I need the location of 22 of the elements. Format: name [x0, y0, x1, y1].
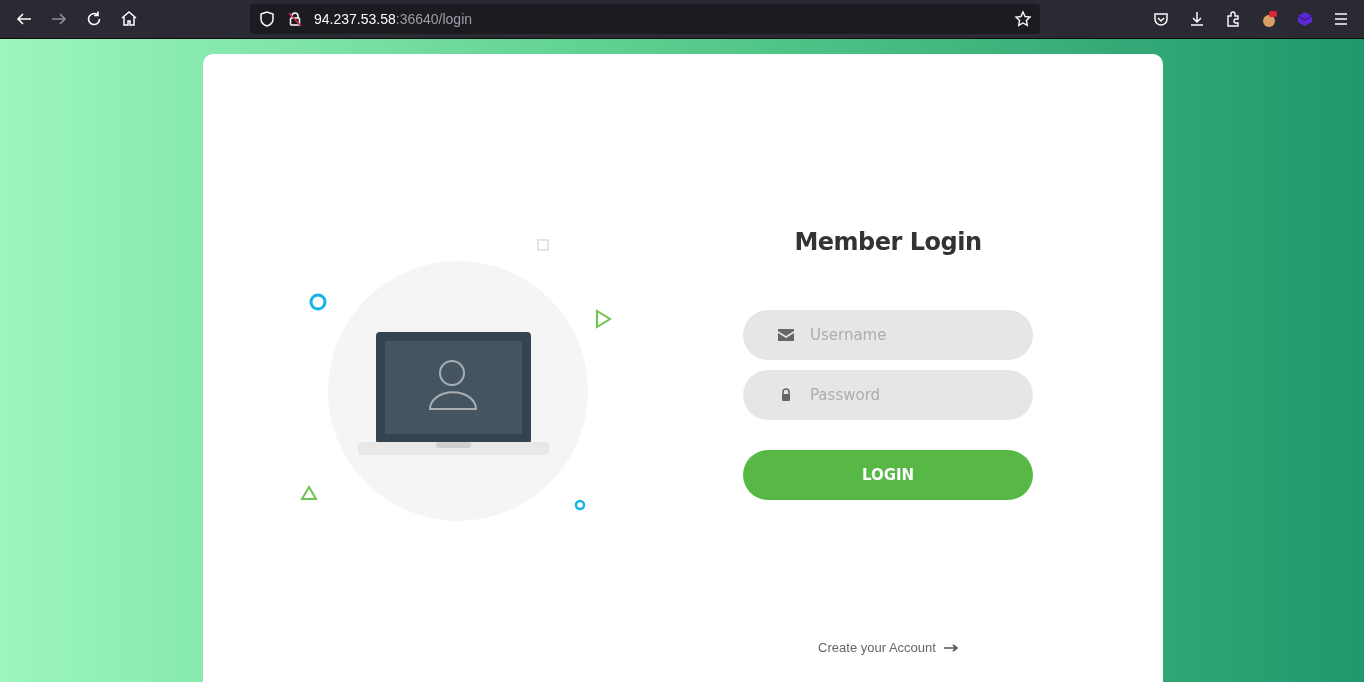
shield-icon	[258, 10, 276, 28]
create-account-link[interactable]: Create your Account	[818, 640, 958, 655]
pocket-icon[interactable]	[1152, 10, 1170, 28]
password-field[interactable]: Password	[743, 370, 1033, 420]
ring-shape	[574, 499, 586, 511]
username-field[interactable]: Username	[743, 310, 1033, 360]
triangle-shape	[596, 309, 612, 329]
lock-icon	[286, 10, 304, 28]
url-text: 94.237.53.58:36640/login	[314, 11, 474, 27]
triangle-shape	[300, 485, 318, 500]
menu-icon[interactable]	[1332, 10, 1350, 28]
square-shape	[537, 239, 549, 251]
login-title: Member Login	[794, 228, 982, 256]
envelope-icon	[778, 328, 794, 342]
star-icon[interactable]	[1014, 10, 1032, 28]
home-icon[interactable]	[120, 10, 138, 28]
download-icon[interactable]	[1188, 10, 1206, 28]
address-bar[interactable]: 94.237.53.58:36640/login	[250, 4, 1040, 34]
ring-shape	[309, 293, 327, 311]
arrow-icon	[943, 643, 958, 652]
puzzle-icon[interactable]	[1224, 10, 1242, 28]
reload-icon[interactable]	[85, 10, 103, 28]
